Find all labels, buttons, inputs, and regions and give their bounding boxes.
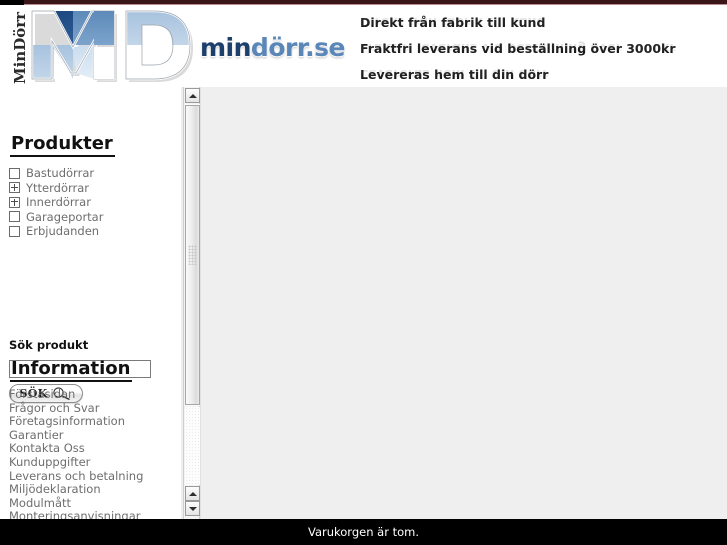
wordmark-part-min: min [200, 33, 251, 62]
info-link-kunduppgifter[interactable]: Kunduppgifter [9, 455, 181, 470]
empty-box-icon[interactable] [9, 211, 20, 223]
browser-page: MinDörr mindörr.se Direkt från fabrik ti… [0, 0, 727, 545]
scrollbar-up-button[interactable] [185, 88, 200, 103]
tagline-text: Direkt från fabrik till kund [360, 15, 546, 30]
tree-item-bastudorrar[interactable]: Bastudörrar [9, 166, 179, 181]
site-wordmark[interactable]: mindörr.se [200, 35, 345, 60]
plus-box-icon[interactable] [9, 182, 20, 194]
tagline-text: Fraktfri leverans vid beställning över 3… [360, 41, 676, 56]
cart-status-text: Varukorgen är tom. [307, 525, 419, 539]
logo-vertical-text: MinDörr [11, 11, 29, 85]
info-link-miljodeklaration[interactable]: Miljödeklaration [9, 483, 181, 497]
tree-item-label: Erbjudanden [26, 224, 100, 239]
info-link-fragor-och-svar[interactable]: Frågor och Svar [9, 401, 181, 416]
scrollbar-up-button-bottom[interactable] [185, 486, 200, 501]
tree-item-label: Garageportar [26, 209, 104, 224]
info-link-forstasidan[interactable]: Förstasidan [9, 387, 181, 402]
info-link-kontakta-oss[interactable]: Kontakta Oss [9, 442, 181, 456]
products-heading: Produkter [10, 134, 115, 157]
left-sidebar: Produkter Bastudörrar Ytterdörrar Innerd… [0, 87, 181, 519]
triangle-down-icon [188, 506, 197, 511]
search-label: Sök produkt [9, 338, 89, 352]
scrollbar-thumb[interactable] [185, 105, 200, 405]
scrollbar-grip-icon [188, 245, 197, 265]
browser-viewport: MinDörr mindörr.se Direkt från fabrik ti… [0, 0, 727, 519]
tagline-row: Fraktfri leverans vid beställning över 3… [360, 41, 720, 67]
tree-item-erbjudanden[interactable]: Erbjudanden [9, 224, 179, 239]
plus-box-icon[interactable] [9, 196, 20, 208]
info-link-foretagsinformation[interactable]: Företagsinformation [9, 415, 181, 429]
wordmark-part-dorr-se: dörr.se [250, 33, 346, 62]
info-link-modulmatt[interactable]: Modulmått [9, 496, 181, 511]
scrollbar-track-lower[interactable] [185, 407, 200, 485]
tree-item-garageportar[interactable]: Garageportar [9, 210, 179, 225]
information-heading-wrap: Information [10, 359, 133, 382]
scrollbar-down-button[interactable] [185, 501, 200, 516]
tree-item-label: Ytterdörrar [26, 180, 90, 195]
info-link-monteringsanvisningar[interactable]: Monteringsanvisningar [9, 510, 181, 519]
site-logo[interactable]: MinDörr [6, 7, 196, 87]
triangle-up-icon [188, 491, 197, 496]
tree-item-innerdorrar[interactable]: Innerdörrar [9, 195, 179, 210]
header-taglines: Direkt från fabrik till kund Direkt från… [360, 15, 720, 93]
info-link-garantier[interactable]: Garantier [9, 428, 181, 443]
info-link-leverans-och-betalning[interactable]: Leverans och betalning [9, 469, 181, 484]
empty-box-icon[interactable] [9, 167, 20, 179]
site-header: MinDörr mindörr.se Direkt från fabrik ti… [0, 5, 727, 87]
main-content-pane [200, 87, 727, 519]
triangle-up-icon [188, 93, 197, 98]
information-heading: Information [10, 359, 133, 382]
empty-box-icon[interactable] [9, 225, 20, 237]
tree-item-label: Bastudörrar [26, 166, 95, 181]
tree-item-ytterdorrar[interactable]: Ytterdörrar [9, 181, 179, 196]
cart-status-bar: Varukorgen är tom. [0, 519, 727, 545]
product-category-tree: Bastudörrar Ytterdörrar Innerdörrar Gara… [9, 166, 179, 239]
vertical-scrollbar[interactable] [183, 87, 200, 519]
logo-md-monogram-icon [30, 9, 193, 82]
products-heading-wrap: Produkter [10, 134, 115, 157]
information-link-list: Förstasidan Frågor och Svar Företagsinfo… [9, 387, 181, 519]
tree-item-label: Innerdörrar [26, 195, 91, 210]
page-body: Produkter Bastudörrar Ytterdörrar Innerd… [0, 87, 727, 519]
tagline-row: Direkt från fabrik till kund Direkt från… [360, 15, 720, 41]
tagline-text: Levereras hem till din dörr [360, 67, 549, 82]
